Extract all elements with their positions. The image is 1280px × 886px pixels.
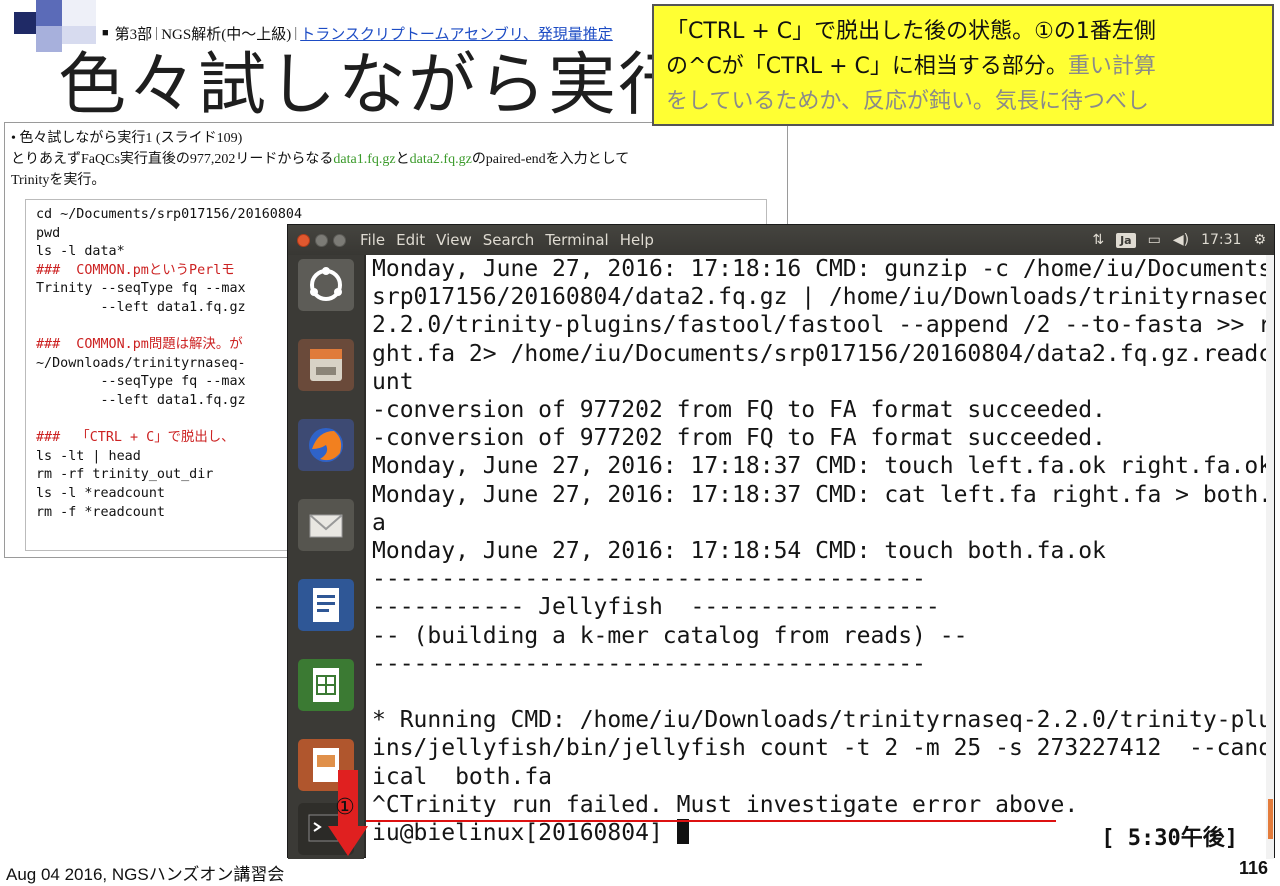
terminal-scrollbar[interactable] <box>1266 255 1274 859</box>
doc-description-line: とりあえずFaQCs実行直後の977,202リードからなるdata1.fq.gz… <box>11 148 629 168</box>
callout-line: をしているためか、反応が鈍い。気長に待つべし <box>666 89 1149 114</box>
terminal-line: unt <box>372 368 414 395</box>
breadcrumb-section: NGS解析(中～上級) <box>161 26 292 43</box>
doc-filename: data2.fq.gz <box>409 152 472 167</box>
callout-line: 「CTRL + C」で脱出した後の状態。①の1番左側 <box>666 19 1156 44</box>
terminal-line: ical both.fa <box>372 763 553 790</box>
maximize-icon[interactable] <box>333 233 346 247</box>
breadcrumb-link[interactable]: トランスクリプトームアセンブリ、発現量推定 <box>300 23 613 44</box>
terminal-line: Monday, June 27, 2016: 17:18:37 CMD: cat… <box>372 481 1268 508</box>
battery-icon[interactable]: ▭ <box>1148 232 1161 248</box>
close-icon[interactable] <box>297 233 310 247</box>
ubuntu-dash-icon[interactable] <box>298 259 354 311</box>
slide-title: 色々試しながら実行1 <box>58 46 734 125</box>
terminal-output[interactable]: Monday, June 27, 2016: 17:18:16 CMD: gun… <box>366 255 1268 859</box>
terminal-line: Monday, June 27, 2016: 17:18:37 CMD: tou… <box>372 453 1268 480</box>
mail-icon[interactable] <box>298 499 354 551</box>
code-line: cd ~/Documents/srp017156/20160804 <box>36 207 303 222</box>
gear-icon[interactable]: ⚙ <box>1253 232 1266 248</box>
terminal-line: -conversion of 977202 from FQ to FA form… <box>372 397 1106 424</box>
window-titlebar[interactable]: File Edit View Search Terminal Help ⇅ Ja ▭ ◀)… <box>288 225 1274 255</box>
writer-icon[interactable] <box>298 579 354 631</box>
title-decoration <box>62 26 96 44</box>
terminal-line: ^CTrinity run failed. Must investigate e… <box>372 791 1079 818</box>
terminal-line: 2.2.0/trinity-plugins/fastool/fastool --… <box>372 312 1268 339</box>
terminal-line: ins/jellyfish/bin/jellyfish count -t 2 -… <box>372 735 1268 762</box>
terminal-line: -conversion of 977202 from FQ to FA form… <box>372 425 1106 452</box>
terminal-line: -- (building a k-mer catalog from reads)… <box>372 622 968 649</box>
doc-text: と <box>395 152 410 167</box>
prompt-time: [ 5:30午後] <box>1101 825 1238 851</box>
doc-text: とりあえずFaQCs実行直後の977,202リードからなる <box>11 152 334 167</box>
firefox-icon[interactable] <box>298 419 354 471</box>
system-tray: ⇅ Ja ▭ ◀) 17:31 ⚙ <box>1092 225 1266 255</box>
text-cursor <box>676 819 689 845</box>
title-decoration <box>14 12 36 34</box>
callout-line: の^Cが「CTRL + C」に相当する部分。重い計算 <box>666 49 1260 84</box>
callout-text: の^Cが「CTRL + C」に相当する部分。 <box>666 54 1068 79</box>
page-number: 116 <box>1238 858 1268 878</box>
clock[interactable]: 17:31 <box>1201 232 1241 248</box>
terminal-line: Monday, June 27, 2016: 17:18:16 CMD: gun… <box>372 256 1268 282</box>
terminal-line: srp017156/20160804/data2.fq.gz | /home/i… <box>372 284 1268 311</box>
minimize-icon[interactable] <box>315 233 328 247</box>
terminal-line: ----------- Jellyfish ------------------ <box>372 594 940 621</box>
terminal-line: ---------------------------------------- <box>372 566 926 593</box>
shell-prompt: iu@bielinux[20160804] <box>372 820 677 847</box>
input-method-indicator[interactable]: Ja <box>1116 232 1136 248</box>
files-icon[interactable] <box>298 339 354 391</box>
menu-item-help[interactable]: Help <box>620 231 654 249</box>
title-decoration <box>36 0 62 26</box>
bullet-icon: ■ <box>102 27 109 39</box>
menu-bar: File Edit View Search Terminal Help <box>360 231 665 249</box>
terminal-line: ---------------------------------------- <box>372 650 926 677</box>
annotation-number: ① <box>335 794 355 820</box>
red-underline <box>366 820 1056 822</box>
callout-box: 「CTRL + C」で脱出した後の状態。①の1番左側 の^Cが「CTRL + C… <box>652 4 1274 126</box>
scrollbar-thumb[interactable] <box>1268 799 1273 839</box>
terminal-window: File Edit View Search Terminal Help ⇅ Ja ▭ ◀)… <box>287 224 1275 859</box>
callout-text-gray: 重い計算 <box>1067 54 1156 79</box>
title-decoration <box>62 0 96 26</box>
menu-item-search[interactable]: Search <box>483 231 535 249</box>
breadcrumb: ■ 第3部 | NGS解析(中～上級) | トランスクリプトームアセンブリ、発現… <box>96 22 656 44</box>
menu-item-edit[interactable]: Edit <box>396 231 425 249</box>
network-icon[interactable]: ⇅ <box>1092 232 1104 248</box>
calc-icon[interactable] <box>298 659 354 711</box>
terminal-line: * Running CMD: /home/iu/Downloads/trinit… <box>372 707 1268 734</box>
launcher-sidebar <box>288 255 364 859</box>
doc-filename: data1.fq.gz <box>333 152 396 167</box>
doc-text: のpaired-endを入力として <box>471 152 630 167</box>
terminal-line: a <box>372 509 386 536</box>
doc-description-line: Trinityを実行。 <box>11 173 106 188</box>
breadcrumb-separator: | <box>294 24 298 41</box>
doc-bullet-line: • 色々試しながら実行1 (スライド109) <box>11 131 243 146</box>
menu-item-terminal[interactable]: Terminal <box>545 231 608 249</box>
menu-item-file[interactable]: File <box>360 231 385 249</box>
terminal-line: ght.fa 2> /home/iu/Documents/srp017156/2… <box>372 340 1268 367</box>
menu-item-view[interactable]: View <box>436 231 472 249</box>
slide-footer: Aug 04 2016, NGSハンズオン講習会 <box>6 865 285 884</box>
volume-icon[interactable]: ◀) <box>1173 232 1189 248</box>
breadcrumb-part: 第3部 <box>114 26 153 43</box>
terminal-line: Monday, June 27, 2016: 17:18:54 CMD: tou… <box>372 538 1106 565</box>
breadcrumb-separator: | <box>155 24 159 41</box>
